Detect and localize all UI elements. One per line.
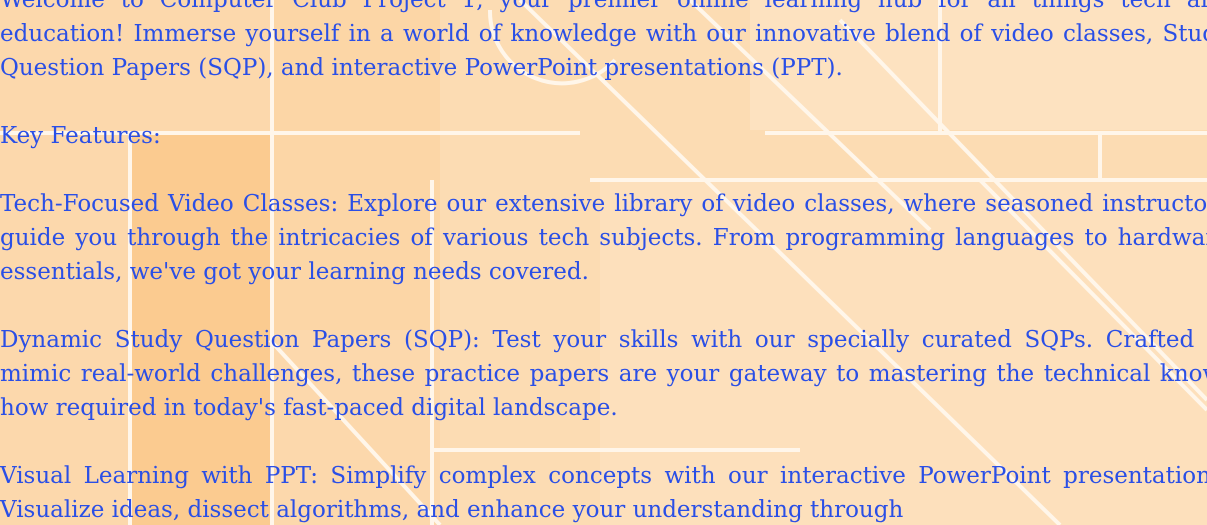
- main-content: Welcome to Computer Club Project 1, your…: [0, 0, 1207, 525]
- features-heading: Key Features:: [0, 123, 161, 149]
- feature-sqp: Dynamic Study Question Papers (SQP): Tes…: [0, 327, 1207, 421]
- feature-ppt: Visual Learning with PPT: Simplify compl…: [0, 463, 1207, 523]
- feature-video-classes: Tech-Focused Video Classes: Explore our …: [0, 191, 1207, 285]
- intro-paragraph: Welcome to Computer Club Project 1, your…: [0, 0, 1207, 81]
